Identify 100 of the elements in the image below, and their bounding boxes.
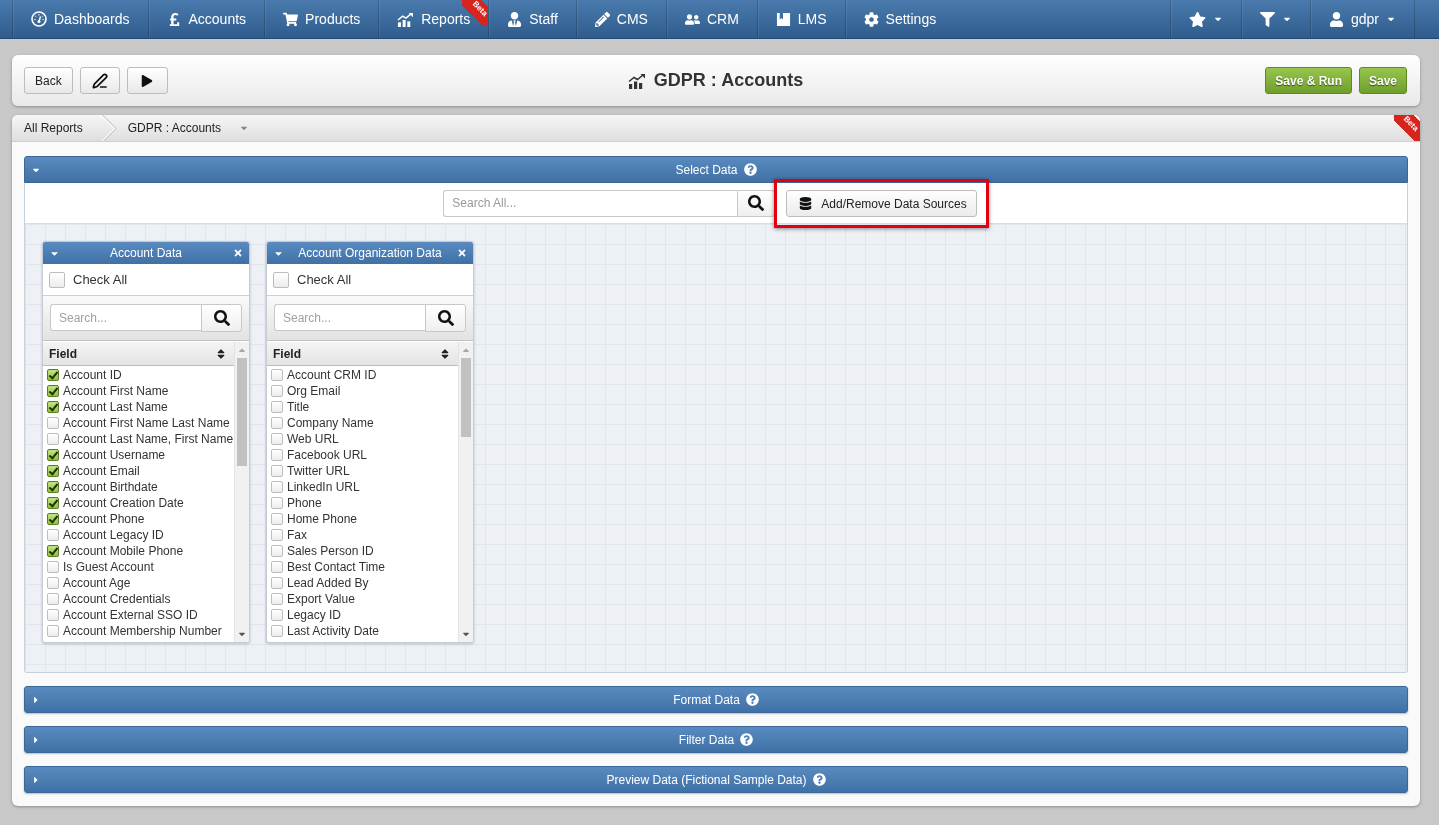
checkbox[interactable]: [47, 401, 59, 413]
database-icon: [799, 197, 813, 210]
checkbox[interactable]: [271, 481, 283, 493]
checkbox[interactable]: [271, 593, 283, 605]
column-header[interactable]: Field: [43, 342, 234, 366]
help-icon[interactable]: [740, 733, 754, 746]
checkbox[interactable]: [47, 609, 59, 621]
checkbox[interactable]: [47, 529, 59, 541]
nav-item[interactable]: Products: [264, 0, 379, 38]
scrollbar-thumb[interactable]: [461, 358, 471, 437]
checkbox[interactable]: [47, 561, 59, 573]
chart-icon: [397, 11, 415, 27]
checkbox[interactable]: [47, 481, 59, 493]
play-icon: [141, 74, 154, 87]
help-icon[interactable]: [743, 163, 757, 176]
checkbox[interactable]: [271, 497, 283, 509]
search-field[interactable]: Search...: [274, 304, 425, 331]
nav-label: Staff: [529, 11, 558, 27]
checkbox[interactable]: [47, 577, 59, 589]
help-icon[interactable]: [745, 693, 759, 706]
section-header[interactable]: Filter Data: [24, 726, 1408, 753]
add-remove-sources-button[interactable]: Add/Remove Data Sources: [786, 190, 977, 217]
section-title: Preview Data (Fictional Sample Data): [606, 772, 807, 787]
field-label: Account Last Name, First Name: [63, 432, 234, 446]
field-label: Lead Added By: [287, 576, 369, 590]
checkbox[interactable]: [47, 513, 59, 525]
breadcrumb-link[interactable]: GDPR : Accounts: [116, 115, 262, 141]
checkbox[interactable]: [47, 593, 59, 605]
section-header[interactable]: Preview Data (Fictional Sample Data): [24, 766, 1408, 793]
checkbox[interactable]: [271, 545, 283, 557]
cart-icon: [283, 11, 299, 27]
nav-item[interactable]: Accounts: [147, 0, 265, 38]
column-header[interactable]: Field: [267, 342, 458, 366]
checkbox[interactable]: [47, 385, 59, 397]
field-label: Account Age: [63, 576, 131, 590]
nav-item[interactable]: Dashboards: [12, 0, 148, 38]
search-field[interactable]: Search All...: [443, 189, 738, 217]
checkbox[interactable]: [271, 401, 283, 413]
field-label: Account Creation Date: [63, 496, 184, 510]
scrollbar[interactable]: [458, 342, 473, 642]
user-icon: [1328, 11, 1344, 27]
help-icon[interactable]: [812, 773, 826, 786]
checkbox[interactable]: [271, 529, 283, 541]
checkbox[interactable]: [271, 369, 283, 381]
checkbox[interactable]: [47, 369, 59, 381]
section-header[interactable]: Select Data: [24, 156, 1408, 183]
section-header[interactable]: Format Data: [24, 686, 1408, 713]
checkbox[interactable]: [271, 577, 283, 589]
checkbox[interactable]: [271, 417, 283, 429]
close-icon[interactable]: [233, 248, 243, 258]
checkbox[interactable]: [47, 625, 59, 637]
scrollbar[interactable]: [234, 342, 249, 642]
checkbox[interactable]: [47, 449, 59, 461]
field-label: Account Birthdate: [63, 480, 158, 494]
checkbox[interactable]: [271, 625, 283, 637]
checkbox[interactable]: [271, 449, 283, 461]
checkbox[interactable]: [273, 271, 289, 288]
search-button[interactable]: [737, 189, 776, 217]
field-label: Account Membership Number: [63, 624, 222, 638]
checkbox[interactable]: [271, 609, 283, 621]
nav-item[interactable]: Staff: [488, 0, 576, 38]
nav-item[interactable]: CRM: [665, 0, 757, 38]
nav-label: Accounts: [188, 11, 247, 27]
breadcrumb-link[interactable]: All Reports: [12, 115, 117, 141]
user-name: gdpr: [1350, 11, 1379, 27]
book-icon: [775, 11, 791, 27]
back-button[interactable]: Back: [24, 67, 73, 94]
nav-item[interactable]: Settings: [844, 0, 955, 38]
close-icon[interactable]: [457, 248, 467, 258]
search-button[interactable]: [425, 304, 466, 332]
checkbox[interactable]: [271, 433, 283, 445]
section-title: Select Data: [675, 162, 738, 177]
search-field[interactable]: Search...: [50, 304, 201, 331]
scrollbar-thumb[interactable]: [237, 358, 247, 466]
checkbox[interactable]: [47, 465, 59, 477]
field-label: Account Last Name: [63, 400, 168, 414]
search-button[interactable]: [201, 304, 242, 332]
checkbox[interactable]: [47, 417, 59, 429]
checkbox[interactable]: [47, 545, 59, 557]
sort-icon: [215, 347, 227, 360]
checkbox[interactable]: [47, 433, 59, 445]
user-menu-button[interactable]: gdpr: [1309, 0, 1415, 38]
pencil-icon: [91, 72, 108, 89]
edit-button[interactable]: [79, 67, 120, 94]
nav-item[interactable]: LMS: [756, 0, 845, 38]
section-title: Format Data: [673, 692, 740, 707]
checkbox[interactable]: [271, 513, 283, 525]
search-icon: [437, 310, 454, 326]
nav-item[interactable]: CMS: [575, 0, 666, 38]
chart-icon: [627, 72, 646, 89]
checkbox[interactable]: [271, 385, 283, 397]
checkbox[interactable]: [271, 561, 283, 573]
checkbox[interactable]: [49, 271, 65, 288]
field-label: Legacy ID: [287, 608, 342, 622]
checkbox[interactable]: [47, 497, 59, 509]
field-label: Account Phone: [63, 512, 145, 526]
run-button[interactable]: [126, 67, 168, 94]
user-icon: [507, 11, 523, 27]
checkbox[interactable]: [271, 465, 283, 477]
panel-title: Account Organization Data: [297, 246, 443, 260]
